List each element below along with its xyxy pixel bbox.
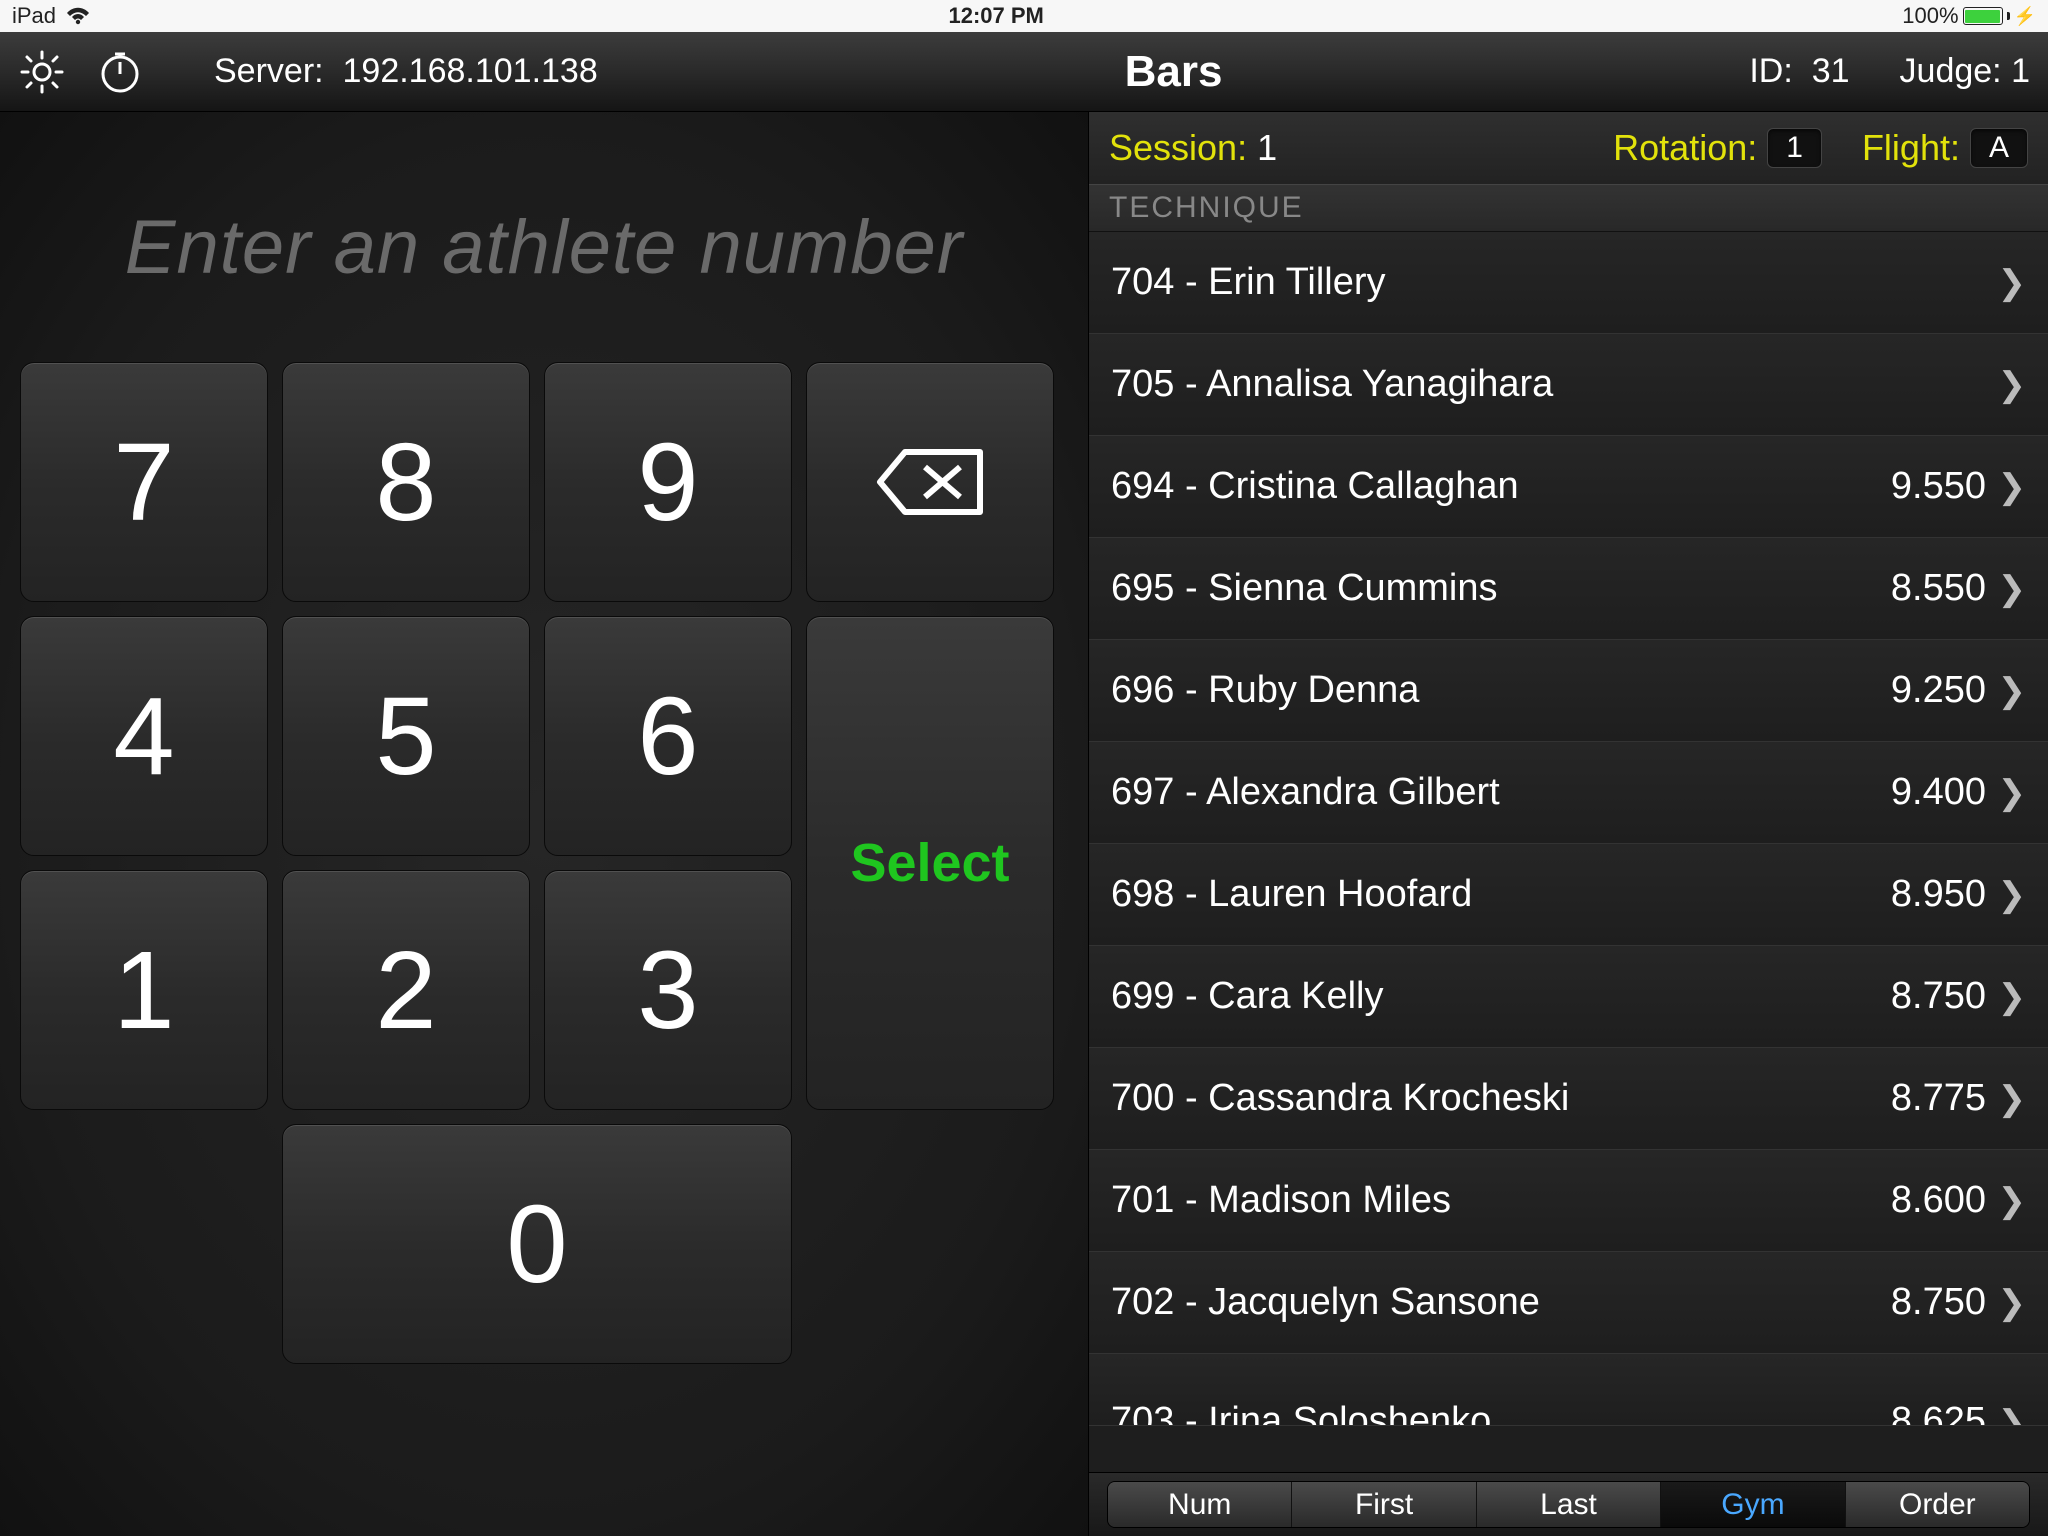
- key-9[interactable]: 9: [544, 362, 792, 602]
- event-title: Bars: [628, 47, 1720, 97]
- athlete-score: 9.250: [1846, 669, 1986, 712]
- athlete-score: 8.625: [1846, 1400, 1986, 1426]
- athlete-name: 702 - Jacquelyn Sansone: [1111, 1281, 1846, 1324]
- athlete-name: 696 - Ruby Denna: [1111, 669, 1846, 712]
- numeric-keypad: 7 8 9 4 5 6: [20, 362, 1068, 1506]
- athlete-score: 8.750: [1846, 1281, 1986, 1324]
- sort-first[interactable]: First: [1292, 1482, 1476, 1527]
- chevron-right-icon: ❯: [1986, 977, 2026, 1017]
- battery-indicator: 100% ⚡: [1902, 3, 2036, 29]
- wifi-icon: [66, 7, 90, 25]
- athlete-score: 8.600: [1846, 1179, 1986, 1222]
- athlete-row[interactable]: 701 - Madison Miles8.600❯: [1089, 1150, 2048, 1252]
- backspace-icon: [875, 447, 985, 517]
- key-4[interactable]: 4: [20, 616, 268, 856]
- battery-percent: 100%: [1902, 3, 1958, 29]
- section-header-technique: TECHNIQUE: [1089, 184, 2048, 232]
- rotation-select[interactable]: 1: [1767, 128, 1822, 168]
- sort-segmented-control[interactable]: Num First Last Gym Order: [1107, 1481, 2030, 1528]
- athlete-score: 8.550: [1846, 567, 1986, 610]
- sort-order[interactable]: Order: [1846, 1482, 2029, 1527]
- status-time: 12:07 PM: [948, 3, 1043, 29]
- key-7[interactable]: 7: [20, 362, 268, 602]
- athlete-row[interactable]: 696 - Ruby Denna9.250❯: [1089, 640, 2048, 742]
- chevron-right-icon: ❯: [1986, 467, 2026, 507]
- athlete-number-input[interactable]: Enter an athlete number: [20, 142, 1068, 352]
- device-label: iPad: [12, 3, 56, 29]
- key-3[interactable]: 3: [544, 870, 792, 1110]
- settings-gear-icon[interactable]: [18, 48, 66, 96]
- key-0[interactable]: 0: [282, 1124, 792, 1364]
- app-header: Server: 192.168.101.138 Bars ID: 31 Judg…: [0, 32, 2048, 112]
- session-label: Session:: [1109, 127, 1247, 169]
- session-value: 1: [1257, 127, 1277, 169]
- chevron-right-icon: ❯: [1986, 1079, 2026, 1119]
- athlete-score: 8.775: [1846, 1077, 1986, 1120]
- rotation-label: Rotation:: [1613, 127, 1757, 169]
- header-id: ID: 31: [1749, 52, 1849, 91]
- key-2[interactable]: 2: [282, 870, 530, 1110]
- server-info: Server: 192.168.101.138: [214, 52, 598, 91]
- ios-status-bar: iPad 12:07 PM 100% ⚡: [0, 0, 2048, 32]
- athlete-name: 704 - Erin Tillery: [1111, 261, 1846, 304]
- athlete-name: 700 - Cassandra Krocheski: [1111, 1077, 1846, 1120]
- key-8[interactable]: 8: [282, 362, 530, 602]
- athlete-score: 8.950: [1846, 873, 1986, 916]
- flight-label: Flight:: [1862, 127, 1960, 169]
- chevron-right-icon: ❯: [1986, 1403, 2026, 1426]
- chevron-right-icon: ❯: [1986, 1283, 2026, 1323]
- sort-num[interactable]: Num: [1108, 1482, 1292, 1527]
- header-judge: Judge: 1: [1900, 52, 2030, 91]
- chevron-right-icon: ❯: [1986, 365, 2026, 405]
- key-backspace[interactable]: [806, 362, 1054, 602]
- sort-gym[interactable]: Gym: [1661, 1482, 1845, 1527]
- charging-icon: ⚡: [2014, 6, 2036, 27]
- key-5[interactable]: 5: [282, 616, 530, 856]
- athlete-name: 701 - Madison Miles: [1111, 1179, 1846, 1222]
- athlete-name: 705 - Annalisa Yanagihara: [1111, 363, 1846, 406]
- athlete-list[interactable]: 704 - Erin Tillery❯705 - Annalisa Yanagi…: [1089, 232, 2048, 1472]
- athlete-row[interactable]: 702 - Jacquelyn Sansone8.750❯: [1089, 1252, 2048, 1354]
- athlete-row[interactable]: 703 - Irina Soloshenko8.625❯: [1089, 1354, 2048, 1426]
- athlete-score: 9.550: [1846, 465, 1986, 508]
- key-1[interactable]: 1: [20, 870, 268, 1110]
- chevron-right-icon: ❯: [1986, 671, 2026, 711]
- athlete-row[interactable]: 694 - Cristina Callaghan9.550❯: [1089, 436, 2048, 538]
- athlete-row[interactable]: 699 - Cara Kelly8.750❯: [1089, 946, 2048, 1048]
- session-meta-row: Session: 1 Rotation: 1 Flight: A: [1089, 112, 2048, 184]
- athlete-score: 9.400: [1846, 771, 1986, 814]
- chevron-right-icon: ❯: [1986, 263, 2026, 303]
- athlete-name: 694 - Cristina Callaghan: [1111, 465, 1846, 508]
- athlete-row[interactable]: 695 - Sienna Cummins8.550❯: [1089, 538, 2048, 640]
- athlete-name: 698 - Lauren Hoofard: [1111, 873, 1846, 916]
- athlete-score: 8.750: [1846, 975, 1986, 1018]
- athlete-row[interactable]: 698 - Lauren Hoofard8.950❯: [1089, 844, 2048, 946]
- athlete-list-pane: Session: 1 Rotation: 1 Flight: A TECHNIQ…: [1088, 112, 2048, 1536]
- keypad-pane: Enter an athlete number 7 8 9 4: [0, 112, 1088, 1536]
- stopwatch-icon[interactable]: [96, 48, 144, 96]
- athlete-name: 697 - Alexandra Gilbert: [1111, 771, 1846, 814]
- athlete-name: 699 - Cara Kelly: [1111, 975, 1846, 1018]
- athlete-row[interactable]: 697 - Alexandra Gilbert9.400❯: [1089, 742, 2048, 844]
- key-6[interactable]: 6: [544, 616, 792, 856]
- athlete-name: 703 - Irina Soloshenko: [1111, 1400, 1846, 1426]
- chevron-right-icon: ❯: [1986, 1181, 2026, 1221]
- sort-bar: Num First Last Gym Order: [1089, 1472, 2048, 1536]
- sort-last[interactable]: Last: [1477, 1482, 1661, 1527]
- athlete-row[interactable]: 700 - Cassandra Krocheski8.775❯: [1089, 1048, 2048, 1150]
- chevron-right-icon: ❯: [1986, 875, 2026, 915]
- key-select[interactable]: Select: [806, 616, 1054, 1110]
- athlete-row[interactable]: 705 - Annalisa Yanagihara ❯: [1089, 334, 2048, 436]
- chevron-right-icon: ❯: [1986, 773, 2026, 813]
- athlete-name: 695 - Sienna Cummins: [1111, 567, 1846, 610]
- flight-select[interactable]: A: [1970, 128, 2028, 168]
- chevron-right-icon: ❯: [1986, 569, 2026, 609]
- athlete-row[interactable]: 704 - Erin Tillery ❯: [1089, 232, 2048, 334]
